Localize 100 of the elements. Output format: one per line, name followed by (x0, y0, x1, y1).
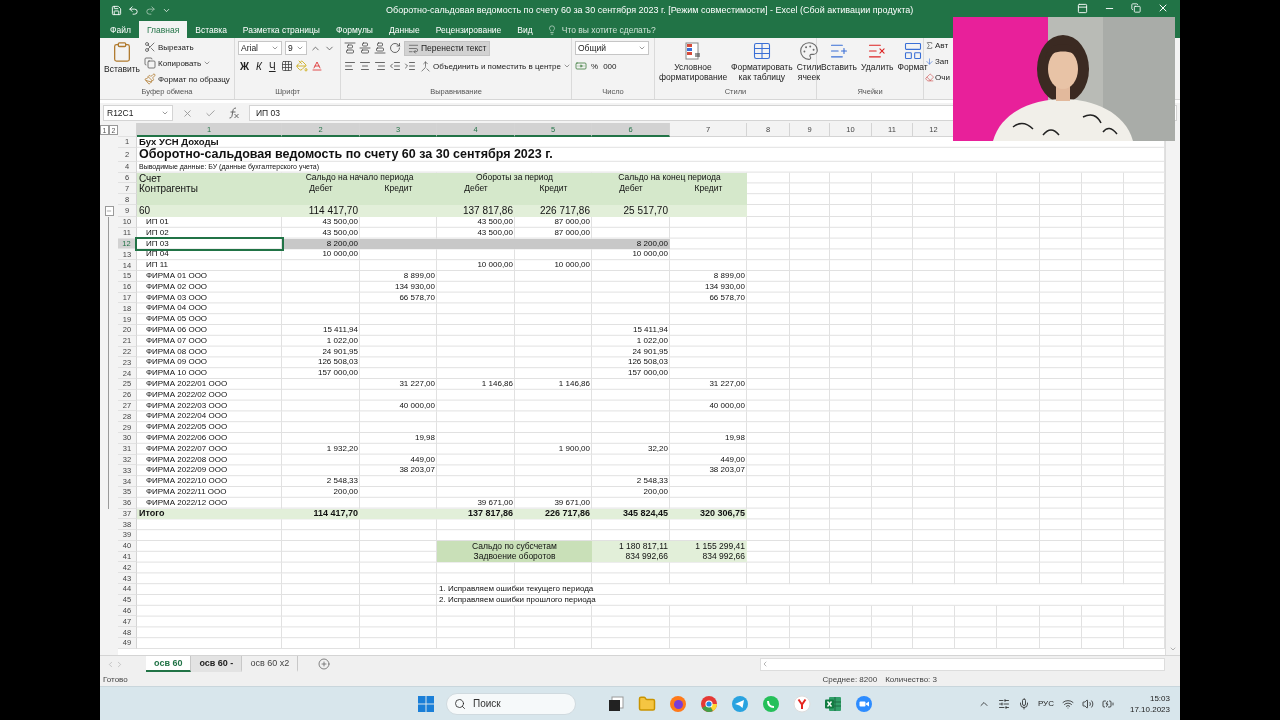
ribbon-tab[interactable]: Формулы (328, 21, 381, 38)
cell-text: Кредит (539, 184, 568, 194)
cell-text: 39 671,00 (554, 498, 590, 508)
cell-text: ФИРМА 09 ООО (145, 358, 208, 368)
font-name-field[interactable]: Arial (238, 41, 282, 55)
paste-button[interactable]: Вставить (103, 40, 142, 87)
cell-text: 834 992,66 (702, 552, 745, 562)
arrow-down-icon (925, 56, 934, 66)
bold-button[interactable]: Ж (238, 60, 252, 72)
cell-text: 10 000,00 (554, 261, 590, 270)
ribbon-tab[interactable]: Файл (102, 21, 139, 38)
cell-text: 134 930,00 (704, 282, 745, 292)
cell-text: ИП 01 (145, 218, 169, 227)
cell-text: 8 899,00 (713, 271, 745, 281)
cell-text: ФИРМА 05 ООО (145, 315, 208, 324)
cell-text: 200,00 (643, 487, 668, 497)
wrap-text-button[interactable]: Перенести текст (404, 40, 491, 56)
wifi-icon (1061, 697, 1074, 710)
ribbon-tab[interactable]: Главная (138, 21, 188, 38)
styles-button[interactable]: Условное форматирование (658, 40, 728, 87)
cell-text: 134 930,00 (394, 282, 435, 292)
conditional-formatting-icon (683, 41, 703, 61)
cell-text: 60 (139, 205, 151, 217)
ribbon-tab[interactable]: Рецензирование (427, 21, 510, 38)
underline-button[interactable]: Ч (266, 60, 278, 72)
taskbar-search-field[interactable]: Поиск (446, 692, 576, 715)
language-indicator[interactable]: РУС (1037, 699, 1054, 708)
align-left-icon (344, 60, 356, 72)
cell-text: 2 548,33 (326, 477, 358, 486)
ribbon-tab[interactable]: Данные (381, 21, 428, 38)
cells-button[interactable]: Вставить (820, 40, 859, 87)
cell-text: 200,00 (333, 487, 358, 497)
cell-text: 126 508,03 (317, 358, 358, 368)
cell-text: Обороты за период (475, 173, 554, 183)
tell-me-field[interactable]: Что вы хотите сделать? (559, 23, 670, 36)
styles-button[interactable]: Стили ячеек (795, 40, 823, 87)
ribbon-tab[interactable]: Разметка страницы (234, 21, 328, 38)
ribbon-tab[interactable]: Вид (509, 21, 541, 38)
cell-text: 2 548,33 (636, 477, 668, 486)
cell-text: 114 417,70 (308, 205, 358, 217)
cell-text: 24 901,95 (632, 347, 668, 357)
cell-text: 38 203,07 (399, 466, 435, 476)
cell-text: 87 000,00 (554, 228, 590, 238)
ribbon-tab[interactable]: Вставка (187, 21, 235, 38)
horizontal-scrollbar[interactable] (760, 657, 1165, 671)
clipboard-icon (111, 41, 133, 63)
fill-color-icon (295, 60, 308, 72)
cell-text: Дебет (619, 184, 643, 194)
copy-button[interactable]: Копировать (143, 56, 231, 70)
indent-increase-icon (404, 60, 416, 72)
format-painter-button[interactable]: Формат по образцу (143, 72, 231, 86)
active-cell[interactable]: ИП 03 (137, 238, 282, 250)
clock-date[interactable]: 17.10.2023 (1129, 703, 1170, 715)
wrap-text-icon (408, 42, 419, 54)
percent-button[interactable]: % (590, 59, 600, 73)
cell-text: 32,20 (647, 444, 668, 454)
highlighted-cell[interactable]: 8 200,00 (592, 238, 670, 250)
caret-icon (296, 44, 304, 52)
cell-text: Сальдо на конец периода (618, 173, 721, 183)
minus-icon (106, 208, 112, 214)
cell-text: 1 180 817,11 (619, 541, 668, 551)
name-box[interactable]: R12C1 (103, 105, 173, 121)
collapse-button[interactable] (104, 206, 114, 216)
add-sheet-icon (318, 658, 331, 670)
clock-time[interactable]: 15:03 (1149, 692, 1170, 704)
scissors-icon (144, 41, 157, 53)
search-icon (454, 697, 466, 710)
italic-button[interactable]: К (254, 60, 264, 72)
cell-text: 1 022,00 (326, 336, 358, 346)
cells-button[interactable]: Удалить (860, 40, 895, 87)
number-format-field[interactable]: Общий (575, 41, 649, 55)
styles-button[interactable]: Форматировать как таблицу (730, 40, 794, 87)
align-top-icon (344, 42, 356, 54)
cell-text: 1 146,86 (558, 379, 590, 389)
scroll-left-icon (106, 659, 115, 669)
browser-icon[interactable] (791, 692, 813, 715)
indent-decrease-icon (389, 60, 401, 72)
merge-center-button[interactable]: Объединить и поместить в центре (419, 59, 572, 73)
cell-text: 1 146,86 (481, 379, 513, 389)
cell-text: ФИРМА 2022/03 ООО (145, 401, 228, 411)
vertical-scrollbar[interactable] (1165, 123, 1180, 655)
cell-text: 40 000,00 (399, 401, 435, 411)
cell-text: 31 227,00 (399, 379, 435, 389)
cell-text: ИП 02 (145, 228, 169, 238)
cell-text: 449,00 (410, 455, 435, 465)
cell-text: 66 578,70 (709, 293, 745, 303)
cut-button[interactable]: Вырезать (143, 40, 231, 54)
cell-text: 25 517,70 (623, 205, 668, 217)
sheet-tab[interactable]: осв 60 (146, 656, 192, 672)
cell-text: 87 000,00 (554, 218, 590, 227)
thousands-button[interactable]: 000 (602, 59, 618, 73)
cell-text: Дебет (309, 184, 333, 194)
status-count: Количество: 3 (885, 674, 937, 684)
cell-text: 320 306,75 (699, 508, 745, 519)
sheet-tab[interactable]: осв 60 - (191, 656, 243, 672)
cell-text: 8 899,00 (403, 271, 435, 281)
font-size-field[interactable]: 9 (285, 41, 307, 55)
restore-icon[interactable] (1128, 1, 1144, 15)
cell-text: Кредит (694, 184, 723, 194)
highlighted-cell[interactable]: 8 200,00 (282, 238, 360, 250)
